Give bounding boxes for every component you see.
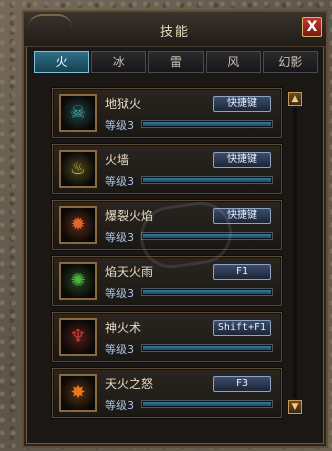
scroll-up-button[interactable]: ▲ — [288, 92, 302, 106]
element-tabs: 火 冰 雷 风 幻影 — [34, 51, 319, 73]
skill-level: 等级3 — [105, 231, 134, 244]
skill-level: 等级3 — [105, 287, 134, 300]
skill-name: 天火之怒 — [105, 377, 154, 391]
skill-progress-bar — [141, 288, 273, 296]
hotkey-button[interactable]: F3 — [213, 376, 271, 392]
skill-progress-bar — [141, 400, 273, 408]
skill-progress-fill — [143, 122, 271, 126]
skill-level: 等级3 — [105, 343, 134, 356]
fire-figure-icon: ♆ — [61, 320, 95, 354]
fire-swirl-icon: ♨ — [61, 152, 95, 186]
skill-name: 神火术 — [105, 321, 142, 335]
skill-progress-bar — [141, 120, 273, 128]
skill-level: 等级3 — [105, 175, 134, 188]
skill-icon-frame[interactable]: ✺ — [59, 262, 97, 300]
skill-progress-fill — [143, 290, 271, 294]
scrollbar[interactable]: ▲ ▼ — [288, 92, 302, 414]
fire-burst-icon: ✸ — [61, 376, 95, 410]
tab-phantom[interactable]: 幻影 — [262, 51, 319, 73]
skill-icon-frame[interactable]: ✸ — [59, 374, 97, 412]
tab-fire[interactable]: 火 — [34, 51, 90, 73]
skill-name: 地狱火 — [105, 97, 142, 111]
demon-face-icon: ☠ — [61, 96, 95, 130]
hotkey-button[interactable]: 快捷键 — [213, 96, 271, 112]
skill-icon-frame[interactable]: ✹ — [59, 206, 97, 244]
tab-thunder[interactable]: 雷 — [148, 51, 204, 73]
green-spiral-icon: ✺ — [61, 264, 95, 298]
title-bar[interactable]: 技能 X — [24, 12, 326, 47]
hotkey-button[interactable]: F1 — [213, 264, 271, 280]
tab-wind[interactable]: 风 — [205, 51, 261, 73]
tab-ice[interactable]: 冰 — [91, 51, 147, 73]
skills-window: 技能 X 火 冰 雷 风 幻影 ☠ 地狱火 等级3 快捷键 ♨ 火墙 等级3 快… — [22, 10, 328, 448]
skill-progress-bar — [141, 176, 273, 184]
skill-icon-frame[interactable]: ♨ — [59, 150, 97, 188]
skill-row[interactable]: ♆ 神火术 等级3 Shift+F1 — [52, 312, 282, 362]
scroll-down-button[interactable]: ▼ — [288, 400, 302, 414]
hotkey-button[interactable]: 快捷键 — [213, 152, 271, 168]
skill-level: 等级3 — [105, 119, 134, 132]
skill-progress-fill — [143, 346, 271, 350]
skill-progress-bar — [141, 344, 273, 352]
skill-level: 等级3 — [105, 399, 134, 412]
skill-name: 火墙 — [105, 153, 130, 167]
hotkey-button[interactable]: Shift+F1 — [213, 320, 271, 336]
skill-icon-frame[interactable]: ♆ — [59, 318, 97, 356]
skill-name: 焰天火雨 — [105, 265, 154, 279]
explosion-icon: ✹ — [61, 208, 95, 242]
skill-progress-fill — [143, 402, 271, 406]
window-title: 技能 — [159, 25, 190, 40]
skill-row[interactable]: ☠ 地狱火 等级3 快捷键 — [52, 88, 282, 138]
skill-row[interactable]: ♨ 火墙 等级3 快捷键 — [52, 144, 282, 194]
skill-icon-frame[interactable]: ☠ — [59, 94, 97, 132]
scroll-track[interactable] — [293, 108, 297, 398]
skill-progress-fill — [143, 178, 271, 182]
close-button[interactable]: X — [302, 17, 322, 37]
skill-row[interactable]: ✸ 天火之怒 等级3 F3 — [52, 368, 282, 418]
